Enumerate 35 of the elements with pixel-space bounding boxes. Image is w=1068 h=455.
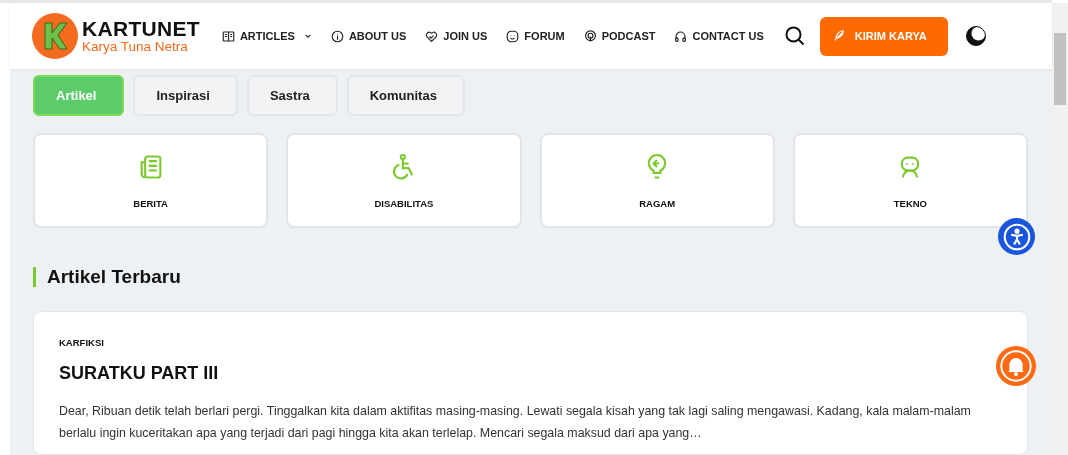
logo-subtitle: Karya Tuna Netra — [82, 40, 189, 54]
logo-icon[interactable] — [32, 13, 78, 59]
category-card[interactable]: BERITA — [33, 133, 269, 228]
article-category: KARFIKSI — [59, 337, 105, 348]
nav-link[interactable]: CONTACT US — [674, 29, 764, 43]
category-card[interactable]: DISABILITAS — [286, 133, 522, 228]
info-icon — [330, 29, 344, 43]
scrollbar[interactable] — [1052, 3, 1068, 455]
book-icon — [221, 29, 235, 43]
category-label: BERITA — [133, 197, 168, 209]
accessibility-icon — [1002, 222, 1031, 251]
category-label: RAGAM — [639, 197, 676, 209]
nav-link[interactable]: ABOUT US — [330, 29, 407, 43]
category-tab[interactable]: Inspirasi — [133, 75, 238, 116]
category-card[interactable]: RAGAM — [539, 133, 775, 228]
moon-icon[interactable] — [965, 26, 986, 46]
category-card[interactable]: TEKNO — [792, 133, 1028, 228]
bell-icon — [1000, 350, 1032, 382]
podcast-icon — [583, 29, 597, 43]
category-tab[interactable]: Sastra — [246, 75, 338, 116]
nav-link[interactable]: JOIN US — [425, 29, 488, 43]
nav-link[interactable]: ARTICLES — [221, 29, 312, 43]
section-heading: Artikel Terbaru — [47, 266, 181, 288]
headphones-icon — [674, 29, 688, 43]
category-label: DISABILITAS — [374, 197, 434, 209]
search-icon[interactable] — [783, 25, 806, 47]
logo-title: KARTUNET — [82, 18, 200, 40]
category-tab[interactable]: Komunitas — [346, 75, 465, 116]
article-excerpt: Dear, Ribuan detik telah berlari pergi. Tinggalkan kita dalam aktifitas masing-masing. Lewati segala kisah yang tak lagi saling mengawasi. Kadang, kala malam-malam berlalu ingin kuceritakan apa yang terjadi dari pagi hingga kita akan terlelap. Mencari segala maksud dari apa yang… — [59, 403, 972, 442]
nav-link[interactable]: PODCAST — [583, 29, 656, 43]
smiley-icon — [506, 29, 520, 43]
nav-link[interactable]: FORUM — [506, 29, 565, 43]
heart-icon — [425, 29, 439, 43]
category-label: TEKNO — [893, 197, 927, 209]
article-title: SURATKU PART III — [59, 363, 220, 384]
